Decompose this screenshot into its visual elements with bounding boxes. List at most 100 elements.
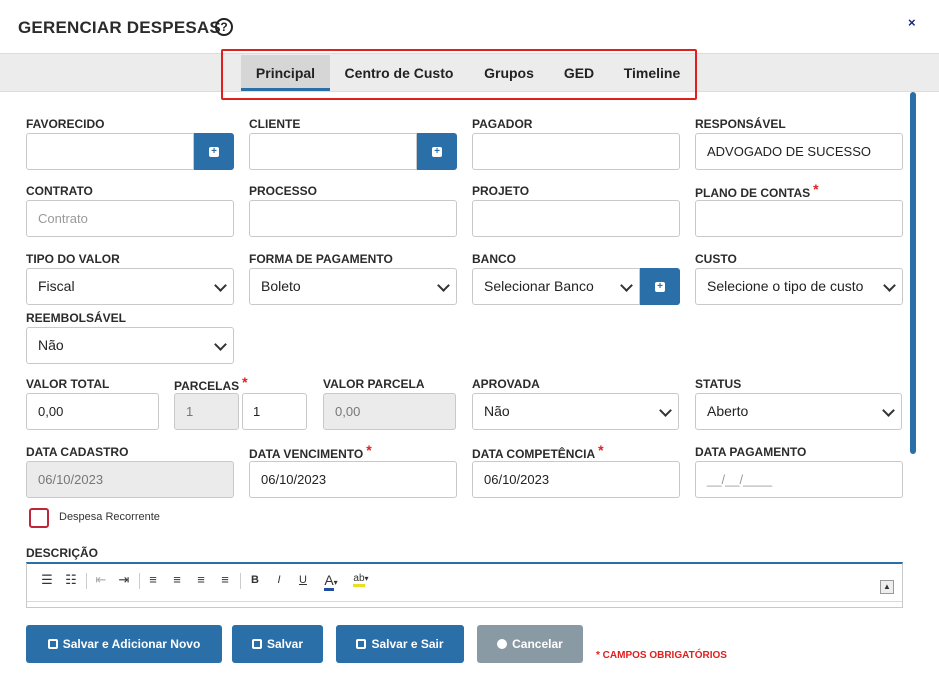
underline-icon[interactable]: U bbox=[295, 574, 311, 586]
align-justify-icon[interactable]: ≡ bbox=[217, 572, 233, 587]
salvar-adicionar-novo-button[interactable]: Salvar e Adicionar Novo bbox=[26, 625, 222, 663]
responsavel-label: RESPONSÁVEL bbox=[695, 117, 786, 131]
tipo-valor-select[interactable]: Fiscal bbox=[26, 268, 234, 305]
custo-select[interactable]: Selecione o tipo de custo bbox=[695, 268, 903, 305]
responsavel-field[interactable]: ADVOGADO DE SUCESSO bbox=[695, 133, 903, 170]
data-pagamento-field[interactable]: __/__/____ bbox=[695, 461, 903, 498]
expense-modal: GERENCIAR DESPESAS ? × Principal Centro … bbox=[0, 0, 939, 678]
aprovada-select[interactable]: Não bbox=[472, 393, 679, 430]
unordered-list-icon[interactable]: ☷ bbox=[63, 572, 79, 588]
valor-parcela-label: VALOR PARCELA bbox=[323, 377, 425, 391]
reembolsavel-select[interactable]: Não bbox=[26, 327, 234, 364]
processo-field[interactable] bbox=[249, 200, 457, 237]
valor-total-label: VALOR TOTAL bbox=[26, 377, 110, 391]
forma-pagamento-select[interactable]: Boleto bbox=[249, 268, 457, 305]
pagador-label: PAGADOR bbox=[472, 117, 533, 131]
required-mark: * bbox=[598, 442, 604, 458]
processo-label: PROCESSO bbox=[249, 184, 318, 198]
data-vencimento-field[interactable]: 06/10/2023 bbox=[249, 461, 457, 498]
modal-header: GERENCIAR DESPESAS ? × bbox=[0, 0, 939, 54]
cliente-label: CLIENTE bbox=[249, 117, 301, 131]
data-cadastro-label: DATA CADASTRO bbox=[26, 445, 129, 459]
save-icon bbox=[356, 639, 367, 649]
plano-contas-label-text: PLANO DE CONTAS bbox=[695, 186, 811, 200]
projeto-label: PROJETO bbox=[472, 184, 530, 198]
data-pagamento-label: DATA PAGAMENTO bbox=[695, 445, 807, 459]
font-color-icon[interactable]: A▾ bbox=[319, 572, 343, 591]
contrato-label: CONTRATO bbox=[26, 184, 93, 198]
forma-pagamento-label: FORMA DE PAGAMENTO bbox=[249, 252, 393, 266]
ordered-list-icon[interactable]: ☰ bbox=[39, 572, 55, 588]
projeto-field[interactable] bbox=[472, 200, 680, 237]
despesa-recorrente-label: Despesa Recorrente bbox=[59, 511, 160, 523]
aprovada-label: APROVADA bbox=[472, 377, 540, 391]
toolbar-divider bbox=[86, 573, 87, 589]
required-mark: * bbox=[366, 442, 372, 458]
tab-highlight-box bbox=[221, 49, 697, 100]
parcelas-fixed-field: 1 bbox=[174, 393, 239, 430]
contrato-field[interactable]: Contrato bbox=[26, 200, 234, 237]
tipo-valor-label: TIPO DO VALOR bbox=[26, 252, 120, 266]
salvar-adicionar-novo-label: Salvar e Adicionar Novo bbox=[62, 637, 201, 651]
parcelas-field[interactable]: 1 bbox=[242, 393, 307, 430]
data-competencia-field[interactable]: 06/10/2023 bbox=[472, 461, 680, 498]
favorecido-field[interactable] bbox=[26, 133, 194, 170]
banco-select[interactable]: Selecionar Banco bbox=[472, 268, 640, 305]
cliente-field[interactable] bbox=[249, 133, 417, 170]
scrollbar[interactable] bbox=[910, 92, 916, 454]
valor-total-field[interactable]: 0,00 bbox=[26, 393, 159, 430]
outdent-icon[interactable]: ⇤ bbox=[93, 572, 109, 588]
align-right-icon[interactable]: ≡ bbox=[193, 572, 209, 587]
salvar-sair-label: Salvar e Sair bbox=[371, 637, 444, 651]
despesa-recorrente-checkbox[interactable] bbox=[29, 508, 49, 528]
favorecido-add-button[interactable]: + bbox=[194, 133, 234, 170]
italic-icon[interactable]: I bbox=[271, 574, 287, 586]
salvar-label: Salvar bbox=[266, 637, 304, 651]
parcelas-label: PARCELAS * bbox=[174, 374, 248, 393]
custo-label: CUSTO bbox=[695, 252, 737, 266]
save-icon bbox=[47, 639, 58, 649]
plano-contas-label: PLANO DE CONTAS * bbox=[695, 181, 819, 200]
save-icon bbox=[251, 639, 262, 649]
status-select[interactable]: Aberto bbox=[695, 393, 902, 430]
required-fields-note: * CAMPOS OBRIGATÓRIOS bbox=[596, 650, 727, 661]
data-vencimento-label-text: DATA VENCIMENTO bbox=[249, 447, 364, 461]
data-competencia-label-text: DATA COMPETÊNCIA bbox=[472, 447, 596, 461]
editor-toolbar: ☰ ☷ ⇤ ⇥ ≡ ≡ ≡ ≡ B I U A▾ ab▾ ▲ bbox=[27, 564, 902, 602]
cancelar-label: Cancelar bbox=[512, 637, 563, 651]
cancelar-button[interactable]: Cancelar bbox=[477, 625, 583, 663]
status-label: STATUS bbox=[695, 377, 742, 391]
salvar-sair-button[interactable]: Salvar e Sair bbox=[336, 625, 464, 663]
cancel-icon bbox=[497, 639, 508, 649]
indent-icon[interactable]: ⇥ bbox=[116, 572, 132, 588]
collapse-toolbar-icon[interactable]: ▲ bbox=[880, 580, 894, 594]
descricao-editor[interactable]: ☰ ☷ ⇤ ⇥ ≡ ≡ ≡ ≡ B I U A▾ ab▾ ▲ bbox=[26, 562, 903, 608]
data-vencimento-label: DATA VENCIMENTO * bbox=[249, 442, 372, 461]
cliente-add-button[interactable]: + bbox=[417, 133, 457, 170]
align-left-icon[interactable]: ≡ bbox=[145, 572, 161, 587]
banco-label: BANCO bbox=[472, 252, 516, 266]
salvar-button[interactable]: Salvar bbox=[232, 625, 323, 663]
required-mark: * bbox=[813, 181, 819, 197]
plus-icon: + bbox=[655, 281, 665, 292]
valor-parcela-field: 0,00 bbox=[323, 393, 456, 430]
required-mark: * bbox=[242, 374, 248, 390]
toolbar-divider bbox=[240, 573, 241, 589]
toolbar-divider bbox=[139, 573, 140, 589]
descricao-label: DESCRIÇÃO bbox=[26, 546, 99, 560]
plus-icon: + bbox=[432, 146, 442, 157]
plus-icon: + bbox=[209, 146, 219, 157]
align-center-icon[interactable]: ≡ bbox=[169, 572, 185, 587]
parcelas-label-text: PARCELAS bbox=[174, 379, 240, 393]
plano-contas-field[interactable] bbox=[695, 200, 903, 237]
reembolsavel-label: REEMBOLSÁVEL bbox=[26, 311, 127, 325]
pagador-field[interactable] bbox=[472, 133, 680, 170]
data-competencia-label: DATA COMPETÊNCIA * bbox=[472, 442, 604, 461]
close-icon[interactable]: × bbox=[908, 15, 916, 30]
highlight-color-icon[interactable]: ab▾ bbox=[349, 573, 373, 587]
banco-add-button[interactable]: + bbox=[640, 268, 680, 305]
modal-title: GERENCIAR DESPESAS bbox=[18, 18, 221, 37]
favorecido-label: FAVORECIDO bbox=[26, 117, 105, 131]
bold-icon[interactable]: B bbox=[247, 574, 263, 586]
help-icon[interactable]: ? bbox=[215, 18, 233, 36]
